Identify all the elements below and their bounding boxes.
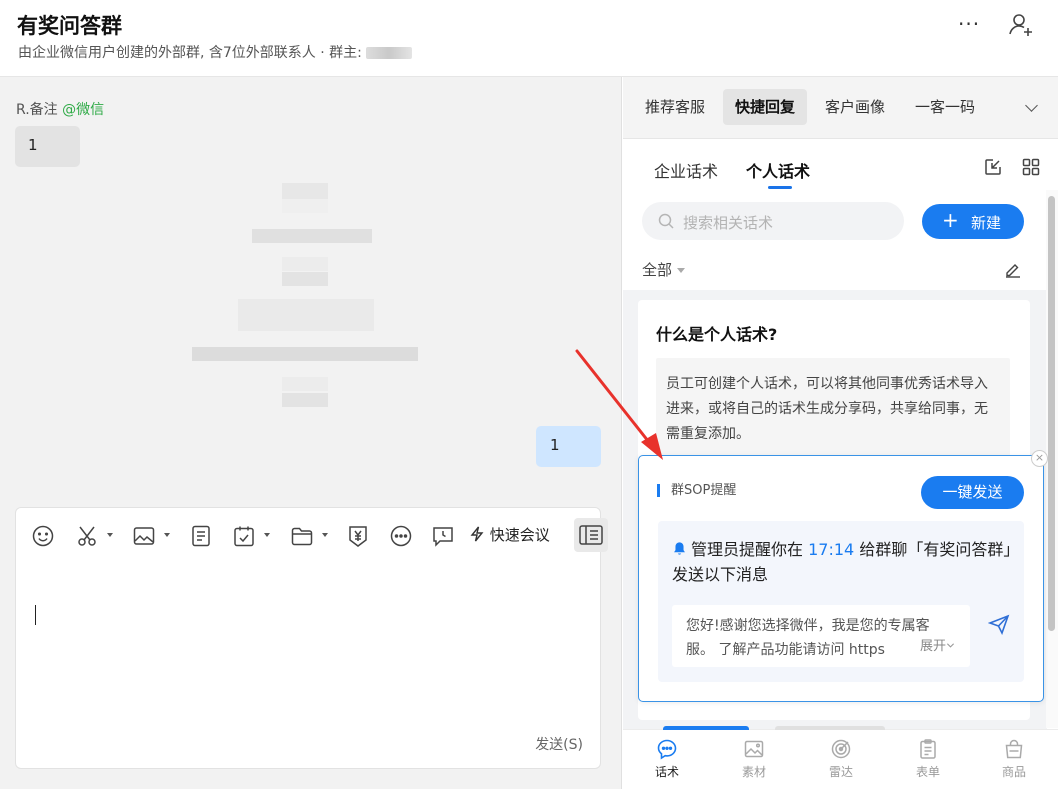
red-packet-icon[interactable]: [346, 524, 370, 548]
sop-preview-text: 您好!感谢您选择微伴，我是您的专属客服。 了解产品功能请访问 https: [686, 618, 930, 658]
group-subtitle-text: 由企业微信用户创建的外部群, 含7位外部联系人 · 群主:: [18, 45, 362, 61]
nav-forms[interactable]: 表单: [903, 738, 953, 780]
nav-scripts[interactable]: 话术: [642, 738, 692, 780]
nav-products[interactable]: 商品: [989, 738, 1039, 780]
radar-icon: [831, 739, 851, 759]
tab-recommended-service[interactable]: 推荐客服: [633, 89, 717, 125]
search-icon: [658, 213, 674, 229]
sop-message-prefix: 管理员提醒你在: [691, 540, 804, 559]
tab-customer-profile[interactable]: 客户画像: [813, 89, 897, 125]
message-clock-icon[interactable]: [431, 524, 455, 548]
chevron-down-icon: [946, 643, 955, 648]
new-script-label: 新建: [971, 214, 1002, 232]
chevron-down-icon[interactable]: [1025, 99, 1038, 112]
shopping-bag-icon: [1005, 739, 1023, 759]
sop-message-body: 管理员提醒你在 17:14 给群聊「有奖问答群」发送以下消息 您好!感谢您选择微…: [658, 521, 1024, 682]
hidden-button-edge: [663, 726, 749, 730]
search-input[interactable]: 搜索相关话术: [683, 212, 773, 233]
import-icon[interactable]: [983, 157, 1003, 177]
expand-label: 展开: [919, 639, 946, 654]
group-title: 有奖问答群: [17, 14, 122, 38]
category-filter-label: 全部: [642, 261, 673, 279]
nav-materials-label: 素材: [741, 765, 766, 779]
nav-radar[interactable]: 雷达: [816, 738, 866, 780]
category-filter[interactable]: 全部: [642, 259, 686, 280]
close-icon[interactable]: ×: [1031, 450, 1048, 467]
tab-enterprise-scripts[interactable]: 企业话术: [654, 158, 718, 182]
more-tools-icon[interactable]: [389, 524, 413, 548]
sop-reminder-text: 管理员提醒你在 17:14 给群聊「有奖问答群」发送以下消息: [672, 537, 1017, 587]
tab-quick-reply[interactable]: 快捷回复: [723, 89, 808, 125]
owner-name-blurred: [365, 47, 412, 59]
quick-meeting-button[interactable]: 快速会议: [469, 524, 550, 545]
nav-forms-label: 表单: [915, 765, 940, 779]
nav-products-label: 商品: [1001, 765, 1026, 779]
top-tabs: 推荐客服 快捷回复 客户画像 一客一码: [623, 77, 1058, 139]
text-cursor: [35, 605, 36, 625]
nav-radar-label: 雷达: [828, 765, 853, 779]
sidebar-toggle-icon[interactable]: [574, 518, 608, 552]
tab-personal-scripts[interactable]: 个人话术: [746, 158, 810, 182]
image-dropdown-icon[interactable]: [164, 533, 170, 537]
script-search[interactable]: 搜索相关话术: [642, 202, 904, 240]
emoji-icon[interactable]: [31, 524, 55, 548]
message-composer[interactable]: 快速会议 发送(S): [15, 507, 608, 769]
plus-icon: +: [942, 208, 959, 232]
screenshot-dropdown-icon[interactable]: [107, 533, 113, 537]
bell-icon: [674, 542, 685, 555]
caret-down-icon: [677, 268, 686, 273]
nav-scripts-label: 话术: [654, 765, 679, 779]
sender-name: R.备注: [16, 102, 58, 118]
intro-card-description: 员工可创建个人话术，可以将其他同事优秀话术导入进来，或将自己的话术生成分享码，共…: [656, 358, 1010, 461]
new-script-button[interactable]: + 新建: [922, 204, 1024, 239]
incoming-message-bubble[interactable]: 1: [15, 126, 80, 167]
schedule-icon[interactable]: [232, 524, 256, 548]
send-button[interactable]: 发送(S): [535, 734, 583, 754]
folder-dropdown-icon[interactable]: [322, 533, 328, 537]
image-icon: [744, 740, 764, 758]
group-subtitle: 由企业微信用户创建的外部群, 含7位外部联系人 · 群主:: [18, 42, 412, 62]
grid-view-icon[interactable]: [1021, 157, 1041, 177]
quick-meeting-label: 快速会议: [489, 526, 550, 544]
expand-button[interactable]: 展开: [914, 635, 955, 659]
document-icon[interactable]: [189, 524, 213, 548]
bottom-navigation: 话术 素材 雷达 表单 商品: [623, 726, 1058, 789]
chat-header: 有奖问答群 由企业微信用户创建的外部群, 含7位外部联系人 · 群主: ···: [0, 0, 1058, 77]
sop-reminder-label: 群SOP提醒: [657, 484, 736, 497]
intro-card-title: 什么是个人话术?: [656, 325, 778, 344]
image-icon[interactable]: [132, 524, 156, 548]
composer-toolbar: 快速会议: [16, 508, 608, 564]
send-paper-plane-icon[interactable]: [987, 613, 1010, 636]
one-click-send-button[interactable]: 一键发送: [921, 476, 1024, 509]
hidden-button-edge: [775, 726, 885, 730]
outgoing-message-bubble[interactable]: 1: [536, 426, 601, 467]
nav-materials[interactable]: 素材: [729, 738, 779, 780]
sub-tabs: 企业话术 个人话术: [623, 140, 1058, 190]
screenshot-scissors-icon[interactable]: [76, 524, 100, 548]
more-options-icon[interactable]: ···: [958, 12, 980, 36]
sender-wechat-tag: @微信: [62, 102, 105, 118]
tab-one-customer-one-code[interactable]: 一客一码: [903, 89, 987, 125]
sop-reminder-popup: 群SOP提醒 一键发送 管理员提醒你在 17:14 给群聊「有奖问答群」发送以下…: [638, 455, 1044, 702]
sop-time: 17:14: [808, 540, 855, 559]
add-member-icon[interactable]: [1007, 11, 1035, 39]
edit-pencil-icon[interactable]: [1004, 260, 1022, 278]
folder-icon[interactable]: [290, 524, 314, 548]
chat-bubble-icon: [657, 739, 677, 760]
chat-area: R.备注 @微信 1 1 快速会议 发送(S): [0, 77, 622, 789]
sop-message-preview: 您好!感谢您选择微伴，我是您的专属客服。 了解产品功能请访问 https 展开: [672, 605, 970, 667]
schedule-dropdown-icon[interactable]: [264, 533, 270, 537]
clipboard-icon: [920, 739, 936, 759]
scroll-thumb[interactable]: [1048, 196, 1055, 631]
active-tab-indicator: [768, 186, 792, 189]
message-sender: R.备注 @微信: [16, 99, 104, 119]
lightning-icon: [470, 526, 484, 542]
